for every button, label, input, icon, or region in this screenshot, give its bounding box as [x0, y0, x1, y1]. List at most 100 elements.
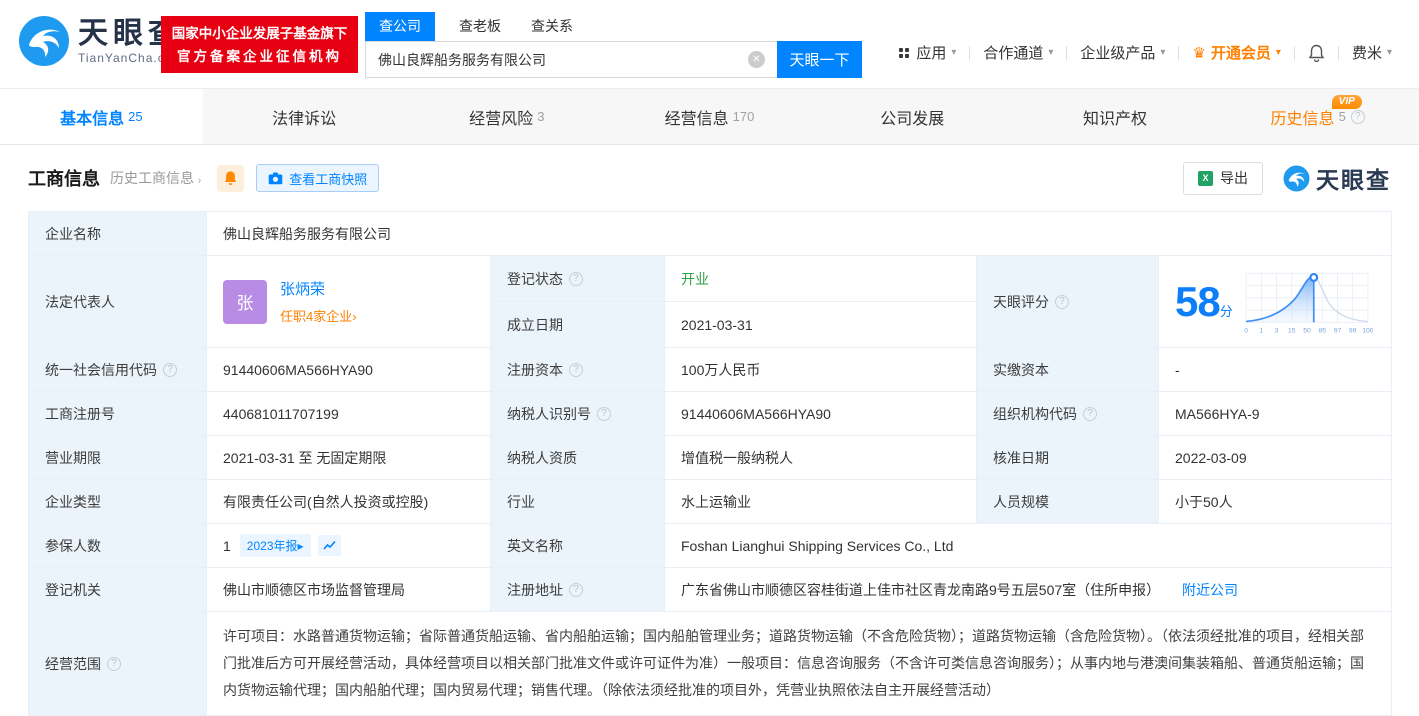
corner-watermark-logo: 天眼查 — [1283, 161, 1391, 195]
nearby-companies-link[interactable]: 附近公司 — [1182, 582, 1238, 598]
tab-count: 170 — [732, 109, 755, 124]
legal-rep-card: 张 张炳荣 任职4家企业› — [223, 278, 474, 325]
tab-label: 经营风险 — [469, 110, 534, 128]
label-text: 行业 — [507, 493, 535, 510]
field-value-business-term: 2021-03-31 至 无固定期限 — [206, 435, 491, 480]
table-row: 营业期限 2021-03-31 至 无固定期限 纳税人资质 增值税一般纳税人 核… — [28, 435, 1393, 480]
field-value-approval-date: 2022-03-09 — [1157, 435, 1393, 480]
nav-item-partner[interactable]: 合作通道 ▾ — [970, 42, 1066, 63]
export-button[interactable]: X 导出 — [1183, 161, 1263, 195]
search-tab-relation[interactable]: 查关系 — [531, 12, 573, 41]
nav-item-user[interactable]: 费米 ▾ — [1339, 42, 1405, 63]
legal-rep-name-link[interactable]: 张炳荣 — [280, 278, 357, 299]
tab-basic-info[interactable]: 基本信息 25 — [0, 89, 203, 144]
tab-history[interactable]: VIP 历史信息 5 ? — [1216, 89, 1419, 144]
help-icon[interactable]: ? — [597, 406, 611, 421]
field-value-reg-capital: 100万人民币 — [664, 347, 977, 392]
search-tab-company[interactable]: 查公司 — [365, 12, 435, 41]
help-icon[interactable]: ? — [107, 656, 121, 671]
chart-x-ticks: 0 1 3 15 50 85 97 99 100 — [1244, 327, 1373, 334]
field-label-taxpayer-quality: 纳税人资质 — [490, 435, 665, 480]
field-value-legal-rep: 张 张炳荣 任职4家企业› — [206, 255, 491, 348]
field-label-industry: 行业 — [490, 479, 665, 524]
nav-item-label: 开通会员 — [1210, 45, 1271, 62]
label-text: 成立日期 — [507, 316, 563, 333]
gov-badge-line1: 国家中小企业发展子基金旗下 — [171, 25, 348, 41]
insured-trend-chart-button[interactable] — [317, 535, 341, 556]
help-icon[interactable]: ? — [569, 362, 583, 377]
help-icon[interactable]: ? — [569, 271, 583, 286]
nav-item-notifications[interactable] — [1295, 44, 1338, 62]
field-label-english-name: 英文名称 — [490, 523, 665, 568]
field-label-org-code: 组织机构代码? — [976, 391, 1159, 436]
status-badge: 开业 — [681, 270, 709, 287]
history-business-info-link[interactable]: 历史工商信息 › — [110, 168, 201, 188]
label-text: 登记机关 — [45, 581, 101, 598]
nav-item-enterprise[interactable]: 企业级产品 ▾ — [1067, 42, 1178, 63]
search-tabs: 查公司 查老板 查关系 — [365, 12, 862, 41]
search-input[interactable] — [365, 41, 777, 78]
field-label-score: 天眼评分? — [976, 255, 1159, 348]
label-text: 人员规模 — [993, 493, 1049, 510]
field-label-reg-status: 登记状态? — [490, 255, 665, 302]
search-area: 查公司 查老板 查关系 ✕ 天眼一下 — [365, 12, 862, 78]
avatar[interactable]: 张 — [223, 279, 267, 324]
subscribe-bell-button[interactable] — [217, 164, 245, 192]
field-label-business-scope: 经营范围? — [28, 611, 207, 716]
tab-label: 历史信息 — [1270, 110, 1335, 128]
search-button[interactable]: 天眼一下 — [777, 41, 862, 78]
field-value-insured: 1 2023年报▸ — [206, 523, 491, 568]
svg-text:3: 3 — [1274, 327, 1278, 334]
label-text: 英文名称 — [507, 537, 563, 554]
tab-intellectual-property[interactable]: 知识产权 — [1014, 89, 1217, 144]
label-text: 营业期限 — [45, 449, 101, 466]
view-snapshot-button[interactable]: 查看工商快照 — [256, 164, 380, 192]
table-row: 登记机关 佛山市顺德区市场监督管理局 注册地址? 广东省佛山市顺德区容桂街道上佳… — [28, 567, 1393, 612]
view-snapshot-label: 查看工商快照 — [289, 171, 368, 187]
help-icon[interactable]: ? — [569, 582, 583, 597]
search-tab-boss[interactable]: 查老板 — [459, 12, 501, 41]
tab-development[interactable]: 公司发展 — [811, 89, 1014, 144]
label-text: 企业名称 — [45, 225, 101, 242]
business-info-table: 企业名称 佛山良辉船务服务有限公司 法定代表人 张 张炳荣 任职4家企业› 登记… — [28, 211, 1393, 716]
nav-item-label: 应用 — [916, 45, 947, 62]
help-icon[interactable]: ? — [1350, 109, 1365, 124]
apps-grid-icon — [899, 47, 910, 58]
field-label-taxpayer-id: 纳税人识别号? — [490, 391, 665, 436]
clear-icon[interactable]: ✕ — [748, 51, 765, 68]
search-row: ✕ 天眼一下 — [365, 41, 862, 78]
annual-report-label: 2023年报 — [246, 539, 298, 553]
nav-item-vip[interactable]: ♛ 开通会员 ▾ — [1179, 42, 1294, 63]
tianyancha-logo[interactable]: 天眼查 TianYanCha.com — [18, 15, 183, 67]
insured-cell: 1 2023年报▸ — [223, 534, 474, 557]
svg-text:100: 100 — [1362, 327, 1373, 334]
caret-down-icon: ▾ — [1048, 47, 1054, 58]
tab-operation-info[interactable]: 经营信息 170 — [608, 89, 811, 144]
nav-user-name: 费米 — [1351, 45, 1382, 62]
svg-text:15: 15 — [1288, 327, 1296, 334]
table-row: 法定代表人 张 张炳荣 任职4家企业› 登记状态? 开业 天眼评分? 58分 0… — [28, 255, 1393, 348]
label-text: 纳税人资质 — [507, 449, 577, 466]
help-icon[interactable]: ? — [1083, 406, 1097, 421]
tab-risk[interactable]: 经营风险 3 — [405, 89, 608, 144]
nav-item-apps[interactable]: 应用 ▾ — [886, 42, 969, 63]
score-unit: 分 — [1219, 303, 1233, 319]
legal-rep-companies-link[interactable]: 任职4家企业› — [280, 306, 357, 325]
excel-icon: X — [1198, 170, 1213, 186]
bell-icon — [224, 171, 237, 186]
field-label-reg-capital: 注册资本? — [490, 347, 665, 392]
help-icon[interactable]: ? — [163, 362, 177, 377]
tab-legal[interactable]: 法律诉讼 — [203, 89, 406, 144]
caret-down-icon: ▾ — [1275, 47, 1281, 58]
gov-certification-badge: 国家中小企业发展子基金旗下 官方备案企业征信机构 — [161, 16, 358, 73]
annual-report-tag[interactable]: 2023年报▸ — [239, 534, 311, 557]
field-label-staff-size: 人员规模 — [976, 479, 1159, 524]
help-icon[interactable]: ? — [1055, 294, 1069, 309]
tab-label: 法律诉讼 — [272, 110, 337, 128]
tab-count: 25 — [128, 109, 143, 124]
crown-icon: ♛ — [1192, 44, 1206, 62]
field-label-credit-code: 统一社会信用代码? — [28, 347, 207, 392]
label-text: 注册地址 — [507, 581, 563, 598]
field-value-credit-code: 91440606MA566HYA90 — [206, 347, 491, 392]
page-header: 天眼查 TianYanCha.com 国家中小企业发展子基金旗下 官方备案企业征… — [0, 0, 1419, 88]
